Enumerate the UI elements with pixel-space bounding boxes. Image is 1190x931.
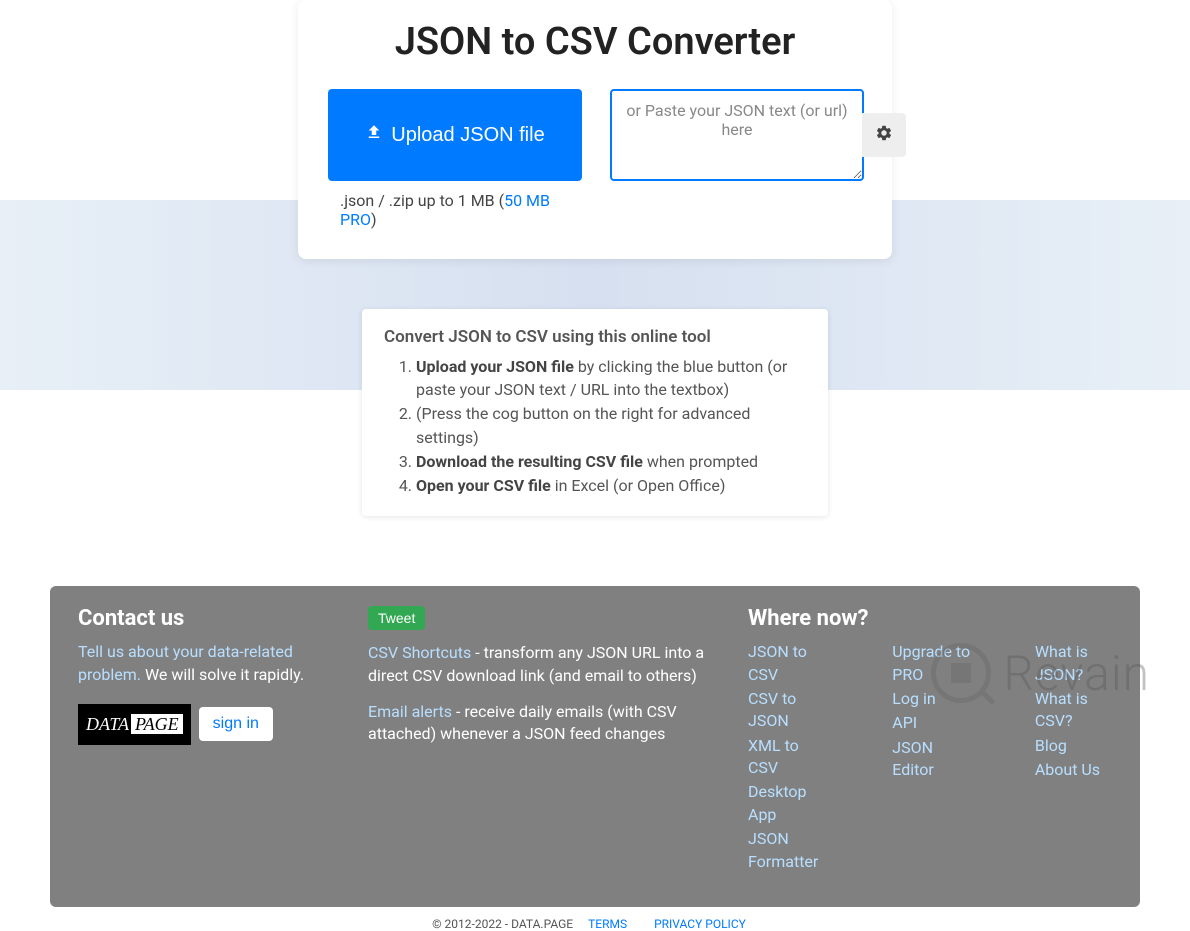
- wherenow-heading: Where now?: [748, 606, 1112, 631]
- instruction-step: Open your CSV file in Excel (or Open Off…: [416, 474, 806, 497]
- instructions-card: Convert JSON to CSV using this online to…: [362, 309, 828, 516]
- footer-middle: Tweet CSV Shortcuts - transform any JSON…: [368, 606, 708, 875]
- tweet-button[interactable]: Tweet: [368, 606, 425, 630]
- instruction-step: Download the resulting CSV file when pro…: [416, 450, 806, 473]
- footer-links-col1: JSON to CSV CSV to JSON XML to CSV Deskt…: [748, 641, 832, 875]
- footer-contact: Contact us Tell us about your data-relat…: [78, 606, 328, 875]
- logo: DATAPAGE: [78, 704, 191, 745]
- footer-link[interactable]: API: [892, 713, 917, 732]
- json-paste-input[interactable]: [610, 89, 864, 181]
- upload-button[interactable]: Upload JSON file: [328, 89, 582, 181]
- footer-link[interactable]: JSON to CSV: [748, 642, 807, 683]
- instructions-list: Upload your JSON file by clicking the bl…: [416, 355, 806, 497]
- email-alerts-link[interactable]: Email alerts: [368, 702, 452, 721]
- footer-link[interactable]: CSV to JSON: [748, 689, 796, 730]
- gear-icon: [875, 124, 893, 147]
- upload-note: .json / .zip up to 1 MB (50 MB PRO): [328, 191, 582, 229]
- csv-shortcuts-link[interactable]: CSV Shortcuts: [368, 643, 471, 662]
- footer-link[interactable]: JSON Editor: [892, 738, 933, 779]
- instruction-step: Upload your JSON file by clicking the bl…: [416, 355, 806, 401]
- upload-button-label: Upload JSON file: [391, 124, 544, 147]
- instructions-heading: Convert JSON to CSV using this online to…: [384, 327, 806, 347]
- footer-link[interactable]: Blog: [1035, 736, 1067, 755]
- copyright: © 2012-2022 - DATA.PAGE TERMS PRIVACY PO…: [0, 917, 1190, 931]
- contact-heading: Contact us: [78, 606, 328, 631]
- upload-icon: [365, 123, 383, 147]
- footer-link[interactable]: JSON Formatter: [748, 829, 818, 870]
- footer-link[interactable]: XML to CSV: [748, 736, 799, 777]
- settings-button[interactable]: [862, 113, 906, 157]
- footer-link[interactable]: About Us: [1035, 760, 1100, 779]
- instruction-step: (Press the cog button on the right for a…: [416, 402, 806, 448]
- privacy-link[interactable]: PRIVACY POLICY: [654, 917, 746, 931]
- terms-link[interactable]: TERMS: [588, 917, 627, 931]
- watermark: Revain: [931, 643, 1150, 703]
- magnifier-icon: [931, 643, 991, 703]
- footer-link[interactable]: Log in: [892, 689, 935, 708]
- footer-link[interactable]: Desktop App: [748, 782, 807, 823]
- converter-card: JSON to CSV Converter Upload JSON file .…: [298, 0, 892, 259]
- page-title: JSON to CSV Converter: [328, 20, 862, 64]
- signin-button[interactable]: sign in: [199, 707, 273, 741]
- footer: Contact us Tell us about your data-relat…: [50, 586, 1140, 907]
